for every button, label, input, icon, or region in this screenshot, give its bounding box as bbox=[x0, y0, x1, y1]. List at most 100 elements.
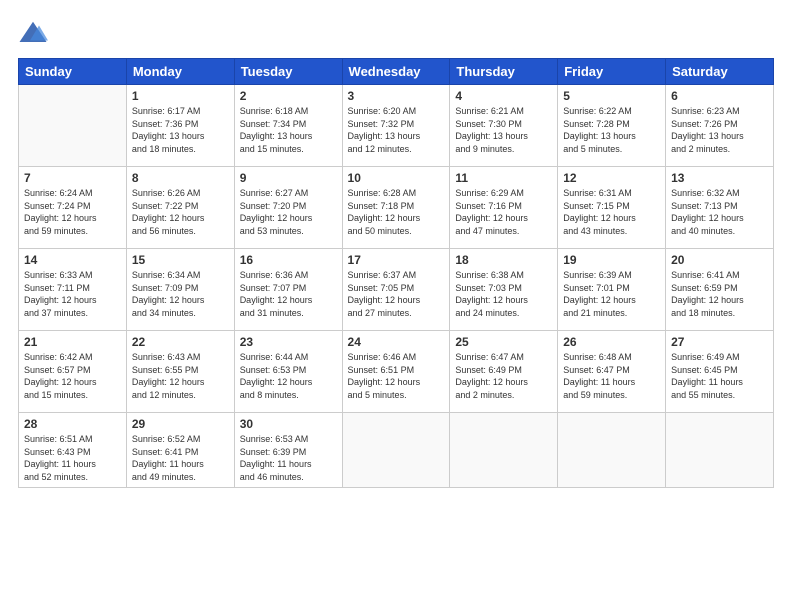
day-number: 25 bbox=[455, 335, 552, 349]
calendar-cell: 18 Sunrise: 6:38 AM Sunset: 7:03 PM Dayli… bbox=[450, 249, 558, 331]
calendar-cell: 11 Sunrise: 6:29 AM Sunset: 7:16 PM Dayli… bbox=[450, 167, 558, 249]
day-number: 4 bbox=[455, 89, 552, 103]
calendar-cell bbox=[558, 413, 666, 488]
day-info: Sunrise: 6:46 AM Sunset: 6:51 PM Dayligh… bbox=[348, 351, 445, 401]
day-info: Sunrise: 6:53 AM Sunset: 6:39 PM Dayligh… bbox=[240, 433, 337, 483]
day-number: 6 bbox=[671, 89, 768, 103]
day-info: Sunrise: 6:41 AM Sunset: 6:59 PM Dayligh… bbox=[671, 269, 768, 319]
day-number: 27 bbox=[671, 335, 768, 349]
day-number: 21 bbox=[24, 335, 121, 349]
calendar-cell: 19 Sunrise: 6:39 AM Sunset: 7:01 PM Dayli… bbox=[558, 249, 666, 331]
calendar-cell bbox=[666, 413, 774, 488]
day-number: 18 bbox=[455, 253, 552, 267]
calendar-cell: 5 Sunrise: 6:22 AM Sunset: 7:28 PM Daylig… bbox=[558, 85, 666, 167]
day-number: 17 bbox=[348, 253, 445, 267]
day-number: 2 bbox=[240, 89, 337, 103]
calendar-cell: 6 Sunrise: 6:23 AM Sunset: 7:26 PM Daylig… bbox=[666, 85, 774, 167]
day-number: 26 bbox=[563, 335, 660, 349]
weekday-header-sunday: Sunday bbox=[19, 59, 127, 85]
calendar-table: SundayMondayTuesdayWednesdayThursdayFrid… bbox=[18, 58, 774, 488]
calendar-cell: 16 Sunrise: 6:36 AM Sunset: 7:07 PM Dayli… bbox=[234, 249, 342, 331]
day-number: 7 bbox=[24, 171, 121, 185]
day-number: 5 bbox=[563, 89, 660, 103]
day-info: Sunrise: 6:43 AM Sunset: 6:55 PM Dayligh… bbox=[132, 351, 229, 401]
day-number: 28 bbox=[24, 417, 121, 431]
day-info: Sunrise: 6:18 AM Sunset: 7:34 PM Dayligh… bbox=[240, 105, 337, 155]
day-number: 11 bbox=[455, 171, 552, 185]
day-info: Sunrise: 6:22 AM Sunset: 7:28 PM Dayligh… bbox=[563, 105, 660, 155]
day-number: 13 bbox=[671, 171, 768, 185]
weekday-header-wednesday: Wednesday bbox=[342, 59, 450, 85]
calendar-cell: 25 Sunrise: 6:47 AM Sunset: 6:49 PM Dayli… bbox=[450, 331, 558, 413]
day-number: 22 bbox=[132, 335, 229, 349]
day-info: Sunrise: 6:27 AM Sunset: 7:20 PM Dayligh… bbox=[240, 187, 337, 237]
calendar-cell: 4 Sunrise: 6:21 AM Sunset: 7:30 PM Daylig… bbox=[450, 85, 558, 167]
day-info: Sunrise: 6:29 AM Sunset: 7:16 PM Dayligh… bbox=[455, 187, 552, 237]
day-number: 30 bbox=[240, 417, 337, 431]
calendar-cell: 9 Sunrise: 6:27 AM Sunset: 7:20 PM Daylig… bbox=[234, 167, 342, 249]
calendar-week-2: 7Sunrise: 6:24 AM Sunset: 7:24 PM Daylig… bbox=[19, 167, 774, 249]
day-number: 15 bbox=[132, 253, 229, 267]
day-info: Sunrise: 6:21 AM Sunset: 7:30 PM Dayligh… bbox=[455, 105, 552, 155]
calendar-cell: 3Sunrise: 6:20 AM Sunset: 7:32 PM Daylig… bbox=[342, 85, 450, 167]
logo-icon bbox=[18, 18, 48, 48]
calendar-cell: 23 Sunrise: 6:44 AM Sunset: 6:53 PM Dayli… bbox=[234, 331, 342, 413]
day-info: Sunrise: 6:47 AM Sunset: 6:49 PM Dayligh… bbox=[455, 351, 552, 401]
day-number: 8 bbox=[132, 171, 229, 185]
calendar-cell: 21 Sunrise: 6:42 AM Sunset: 6:57 PM Dayli… bbox=[19, 331, 127, 413]
calendar-cell bbox=[342, 413, 450, 488]
calendar-week-3: 14 Sunrise: 6:33 AM Sunset: 7:11 PM Dayli… bbox=[19, 249, 774, 331]
calendar-week-5: 28 Sunrise: 6:51 AM Sunset: 6:43 PM Dayli… bbox=[19, 413, 774, 488]
page-header bbox=[18, 18, 774, 48]
day-number: 29 bbox=[132, 417, 229, 431]
day-info: Sunrise: 6:36 AM Sunset: 7:07 PM Dayligh… bbox=[240, 269, 337, 319]
weekday-header-saturday: Saturday bbox=[666, 59, 774, 85]
calendar-cell: 30 Sunrise: 6:53 AM Sunset: 6:39 PM Dayli… bbox=[234, 413, 342, 488]
day-info: Sunrise: 6:39 AM Sunset: 7:01 PM Dayligh… bbox=[563, 269, 660, 319]
day-info: Sunrise: 6:31 AM Sunset: 7:15 PM Dayligh… bbox=[563, 187, 660, 237]
day-number: 3 bbox=[348, 89, 445, 103]
calendar-week-4: 21 Sunrise: 6:42 AM Sunset: 6:57 PM Dayli… bbox=[19, 331, 774, 413]
calendar-cell: 12Sunrise: 6:31 AM Sunset: 7:15 PM Dayli… bbox=[558, 167, 666, 249]
day-info: Sunrise: 6:49 AM Sunset: 6:45 PM Dayligh… bbox=[671, 351, 768, 401]
day-info: Sunrise: 6:42 AM Sunset: 6:57 PM Dayligh… bbox=[24, 351, 121, 401]
calendar-cell: 28 Sunrise: 6:51 AM Sunset: 6:43 PM Dayli… bbox=[19, 413, 127, 488]
calendar-cell: 1 Sunrise: 6:17 AM Sunset: 7:36 PM Daylig… bbox=[126, 85, 234, 167]
logo bbox=[18, 18, 52, 48]
weekday-header-thursday: Thursday bbox=[450, 59, 558, 85]
day-number: 1 bbox=[132, 89, 229, 103]
day-number: 23 bbox=[240, 335, 337, 349]
calendar-cell bbox=[19, 85, 127, 167]
day-info: Sunrise: 6:23 AM Sunset: 7:26 PM Dayligh… bbox=[671, 105, 768, 155]
calendar-cell: 8 Sunrise: 6:26 AM Sunset: 7:22 PM Daylig… bbox=[126, 167, 234, 249]
calendar-cell: 26 Sunrise: 6:48 AM Sunset: 6:47 PM Dayli… bbox=[558, 331, 666, 413]
calendar-cell bbox=[450, 413, 558, 488]
day-info: Sunrise: 6:26 AM Sunset: 7:22 PM Dayligh… bbox=[132, 187, 229, 237]
day-info: Sunrise: 6:37 AM Sunset: 7:05 PM Dayligh… bbox=[348, 269, 445, 319]
day-number: 20 bbox=[671, 253, 768, 267]
weekday-header-monday: Monday bbox=[126, 59, 234, 85]
weekday-header-friday: Friday bbox=[558, 59, 666, 85]
calendar-cell: 22 Sunrise: 6:43 AM Sunset: 6:55 PM Dayli… bbox=[126, 331, 234, 413]
day-info: Sunrise: 6:44 AM Sunset: 6:53 PM Dayligh… bbox=[240, 351, 337, 401]
day-info: Sunrise: 6:34 AM Sunset: 7:09 PM Dayligh… bbox=[132, 269, 229, 319]
day-number: 16 bbox=[240, 253, 337, 267]
day-info: Sunrise: 6:17 AM Sunset: 7:36 PM Dayligh… bbox=[132, 105, 229, 155]
day-number: 10 bbox=[348, 171, 445, 185]
calendar-cell: 24Sunrise: 6:46 AM Sunset: 6:51 PM Dayli… bbox=[342, 331, 450, 413]
calendar-cell: 29 Sunrise: 6:52 AM Sunset: 6:41 PM Dayli… bbox=[126, 413, 234, 488]
day-info: Sunrise: 6:33 AM Sunset: 7:11 PM Dayligh… bbox=[24, 269, 121, 319]
day-info: Sunrise: 6:28 AM Sunset: 7:18 PM Dayligh… bbox=[348, 187, 445, 237]
day-number: 14 bbox=[24, 253, 121, 267]
day-info: Sunrise: 6:52 AM Sunset: 6:41 PM Dayligh… bbox=[132, 433, 229, 483]
day-number: 19 bbox=[563, 253, 660, 267]
calendar-cell: 20 Sunrise: 6:41 AM Sunset: 6:59 PM Dayli… bbox=[666, 249, 774, 331]
calendar-header-row: SundayMondayTuesdayWednesdayThursdayFrid… bbox=[19, 59, 774, 85]
day-info: Sunrise: 6:32 AM Sunset: 7:13 PM Dayligh… bbox=[671, 187, 768, 237]
day-number: 9 bbox=[240, 171, 337, 185]
day-info: Sunrise: 6:51 AM Sunset: 6:43 PM Dayligh… bbox=[24, 433, 121, 483]
day-info: Sunrise: 6:48 AM Sunset: 6:47 PM Dayligh… bbox=[563, 351, 660, 401]
day-info: Sunrise: 6:38 AM Sunset: 7:03 PM Dayligh… bbox=[455, 269, 552, 319]
calendar-cell: 14 Sunrise: 6:33 AM Sunset: 7:11 PM Dayli… bbox=[19, 249, 127, 331]
calendar-cell: 27 Sunrise: 6:49 AM Sunset: 6:45 PM Dayli… bbox=[666, 331, 774, 413]
